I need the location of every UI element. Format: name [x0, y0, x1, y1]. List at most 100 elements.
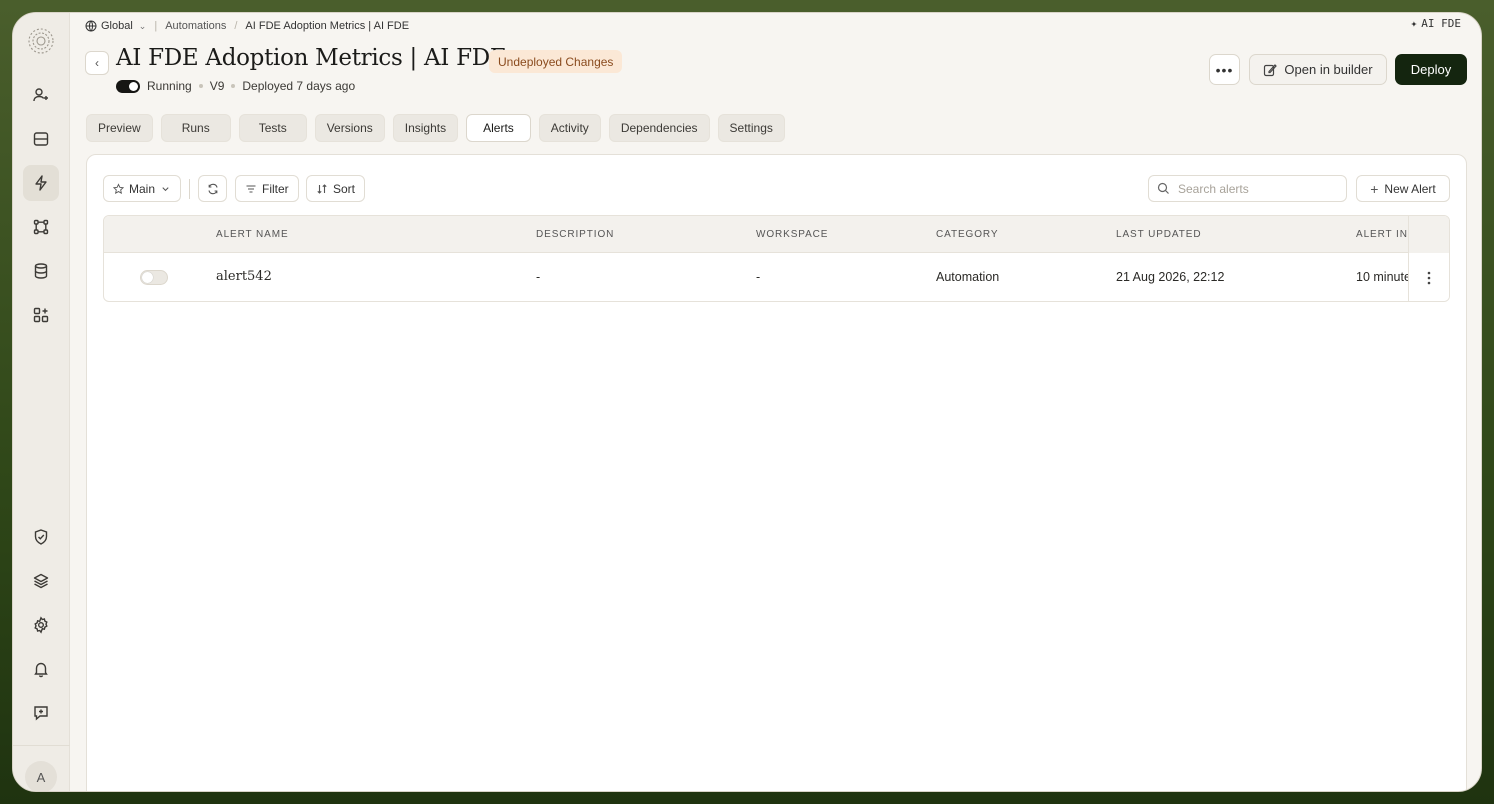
refresh-icon	[207, 183, 218, 194]
chevron-left-icon: ‹	[95, 56, 99, 70]
sidebar-item-inbox[interactable]	[23, 121, 59, 157]
tab-alerts[interactable]: Alerts	[466, 114, 531, 142]
toolbar-divider	[189, 179, 190, 199]
plus-icon: +	[1370, 180, 1379, 197]
avatar[interactable]: A	[25, 761, 57, 791]
star-icon	[113, 182, 124, 194]
sidebar-item-automations[interactable]	[23, 165, 59, 201]
breadcrumb-workspace[interactable]: Global	[101, 20, 133, 32]
new-alert-button[interactable]: + New Alert	[1356, 175, 1450, 202]
filter-icon	[246, 184, 256, 193]
tab-tests[interactable]: Tests	[238, 114, 307, 142]
brand-text: AI FDE	[1421, 17, 1461, 30]
sort-label: Sort	[333, 181, 356, 196]
alerts-panel: Main Filter Sort + New Alert ALERT NAME …	[86, 154, 1467, 791]
sidebar-item-data[interactable]	[23, 253, 59, 289]
sidebar-item-feedback[interactable]	[23, 695, 59, 731]
gear-icon	[34, 616, 48, 634]
breadcrumb-section[interactable]: Automations	[165, 20, 226, 32]
more-horizontal-icon: •••	[1215, 61, 1234, 78]
lightning-icon	[35, 175, 47, 191]
database-icon	[34, 263, 48, 279]
row-actions-button[interactable]	[1408, 253, 1449, 301]
chat-plus-icon	[34, 706, 48, 721]
status-row: Running V9 Deployed 7 days ago	[116, 77, 355, 95]
open-in-builder-label: Open in builder	[1284, 62, 1373, 77]
nodes-icon	[33, 219, 49, 235]
breadcrumb-separator: |	[154, 20, 158, 32]
sidebar-item-settings[interactable]	[23, 607, 59, 643]
inbox-icon	[33, 132, 49, 146]
search-box[interactable]	[1148, 175, 1347, 202]
column-header-last-updated[interactable]: LAST UPDATED	[1116, 229, 1201, 240]
sidebar-item-apps[interactable]	[23, 297, 59, 333]
column-header-alert-interval[interactable]: ALERT INTERVAL	[1356, 229, 1408, 240]
user-sparkle-icon	[33, 88, 48, 102]
sparkle-icon: ✦	[1410, 17, 1418, 30]
new-alert-label: New Alert	[1384, 181, 1436, 196]
shield-check-icon	[34, 529, 48, 545]
status-badge: Undeployed Changes	[489, 50, 623, 73]
table-row[interactable]: alert542 - - Automation 21 Aug 2026, 22:…	[104, 253, 1449, 301]
globe-icon	[85, 20, 97, 32]
app-logo-icon[interactable]	[26, 26, 56, 56]
filter-button[interactable]: Filter	[235, 175, 299, 202]
back-button[interactable]: ‹	[85, 51, 109, 75]
sidebar: A	[13, 13, 70, 791]
tab-insights[interactable]: Insights	[392, 114, 459, 142]
app-window: A Global ⌄ | Automations / AI FDE Adopti…	[12, 12, 1482, 792]
more-options-button[interactable]: •••	[1209, 54, 1240, 85]
cell-alert-interval: 10 minutes	[1356, 270, 1408, 284]
cell-workspace: -	[756, 270, 761, 284]
version-label: V9	[209, 79, 225, 93]
sidebar-item-workflows[interactable]	[23, 209, 59, 245]
sidebar-item-notifications[interactable]	[23, 651, 59, 687]
refresh-button[interactable]	[198, 175, 227, 202]
edit-icon	[1264, 63, 1278, 76]
sidebar-item-layers[interactable]	[23, 563, 59, 599]
deployed-label: Deployed 7 days ago	[242, 79, 356, 93]
more-vertical-icon	[1427, 271, 1431, 284]
tab-dependencies[interactable]: Dependencies	[608, 114, 710, 142]
breadcrumb-separator: /	[234, 20, 238, 32]
bell-icon	[34, 662, 48, 678]
search-input[interactable]	[1178, 181, 1338, 196]
running-toggle[interactable]	[116, 79, 140, 93]
page-title: AI FDE Adoption Metrics | AI FDE	[116, 45, 507, 71]
breadcrumb-current: AI FDE Adoption Metrics | AI FDE	[245, 20, 410, 32]
header-actions-cell	[1408, 216, 1449, 253]
view-selector[interactable]: Main	[103, 175, 181, 202]
tab-preview[interactable]: Preview	[86, 114, 153, 142]
tab-runs[interactable]: Runs	[160, 114, 231, 142]
sidebar-item-security[interactable]	[23, 519, 59, 555]
filter-label: Filter	[262, 181, 289, 196]
cell-alert-name[interactable]: alert542	[216, 269, 272, 284]
apps-grid-icon	[33, 307, 49, 323]
column-header-category[interactable]: CATEGORY	[936, 229, 998, 240]
table-header: ALERT NAME DESCRIPTION WORKSPACE CATEGOR…	[104, 216, 1449, 253]
sidebar-item-agents[interactable]	[23, 77, 59, 113]
tab-activity[interactable]: Activity	[538, 114, 601, 142]
column-header-workspace[interactable]: WORKSPACE	[756, 229, 828, 240]
tab-versions[interactable]: Versions	[314, 114, 385, 142]
tab-settings[interactable]: Settings	[717, 114, 785, 142]
sort-button[interactable]: Sort	[306, 175, 366, 202]
tab-bar: Preview Runs Tests Versions Insights Ale…	[86, 114, 785, 142]
separator-dot	[231, 84, 236, 88]
alerts-table: ALERT NAME DESCRIPTION WORKSPACE CATEGOR…	[103, 215, 1450, 302]
brand-label: ✦ AI FDE	[1411, 17, 1461, 30]
column-header-alert-name[interactable]: ALERT NAME	[216, 229, 289, 240]
running-label: Running	[147, 79, 192, 93]
cell-category: Automation	[936, 270, 1000, 284]
deploy-button[interactable]: Deploy	[1395, 54, 1467, 85]
chevron-down-icon[interactable]: ⌄	[139, 21, 147, 32]
view-label: Main	[128, 181, 155, 196]
alert-enabled-toggle[interactable]	[140, 270, 168, 285]
chevron-down-icon	[162, 186, 169, 191]
cell-last-updated: 21 Aug 2026, 22:12	[1116, 270, 1225, 284]
column-header-description[interactable]: DESCRIPTION	[536, 229, 614, 240]
open-in-builder-button[interactable]: Open in builder	[1249, 54, 1387, 85]
separator-dot	[198, 84, 203, 88]
breadcrumb: Global ⌄ | Automations / AI FDE Adoption…	[85, 17, 409, 35]
layers-icon	[33, 573, 49, 589]
